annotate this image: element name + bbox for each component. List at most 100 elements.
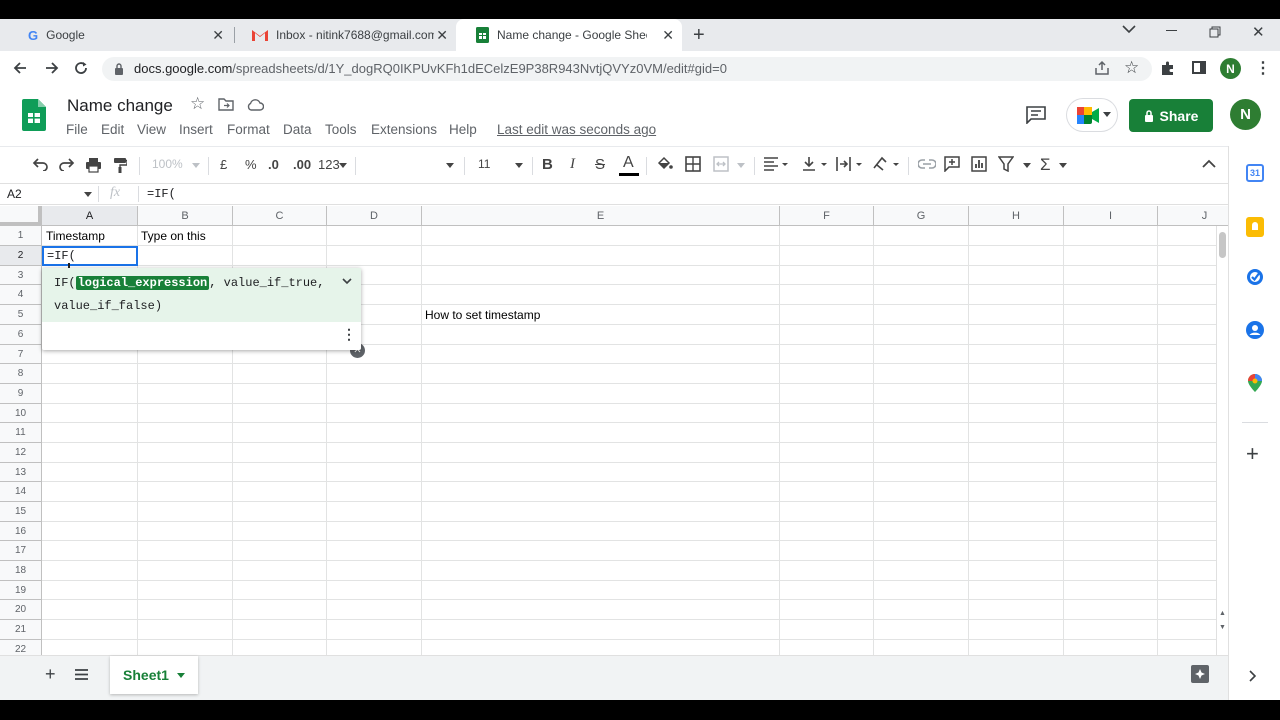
extensions-icon[interactable]: [1160, 60, 1176, 76]
fill-color-icon[interactable]: [656, 156, 673, 172]
share-page-icon[interactable]: [1094, 60, 1110, 76]
browser-tab-gmail[interactable]: Inbox - nitink7688@gmail.com - ✕: [232, 19, 456, 51]
scroll-down-icon[interactable]: ▼: [1219, 624, 1226, 631]
explore-icon[interactable]: [1191, 665, 1209, 683]
browser-tab-google[interactable]: G Google ✕: [8, 19, 232, 51]
undo-icon[interactable]: [32, 157, 48, 171]
borders-icon[interactable]: [685, 156, 701, 172]
name-box[interactable]: A2: [7, 187, 22, 201]
row-header[interactable]: 10: [0, 404, 42, 423]
column-header-i[interactable]: I: [1064, 206, 1158, 226]
redo-icon[interactable]: [59, 157, 75, 171]
add-sheet-button[interactable]: +: [45, 664, 56, 685]
vertical-scroll-thumb[interactable]: [1219, 232, 1226, 258]
restore-icon[interactable]: [1209, 26, 1221, 38]
text-color-button[interactable]: A: [619, 154, 639, 178]
close-tab-icon[interactable]: ✕: [212, 27, 224, 43]
insert-link-icon[interactable]: [918, 158, 936, 170]
column-header-a[interactable]: A: [42, 206, 138, 226]
collapse-toolbar-icon[interactable]: [1202, 159, 1216, 168]
insert-comment-icon[interactable]: [944, 156, 960, 172]
more-options-icon[interactable]: ⋮: [342, 326, 356, 343]
window-close-icon[interactable]: ✕: [1252, 23, 1265, 41]
browser-profile-avatar[interactable]: N: [1220, 58, 1241, 79]
close-tab-icon[interactable]: ✕: [436, 27, 448, 43]
menu-edit[interactable]: Edit: [101, 122, 124, 137]
row-header[interactable]: 12: [0, 443, 42, 463]
row-header[interactable]: 4: [0, 285, 42, 305]
new-tab-button[interactable]: +: [693, 24, 705, 47]
row-header[interactable]: 5: [0, 305, 42, 325]
column-header-g[interactable]: G: [874, 206, 969, 226]
row-header[interactable]: 19: [0, 581, 42, 600]
row-header[interactable]: 14: [0, 482, 42, 502]
row-header[interactable]: 17: [0, 541, 42, 561]
comment-history-icon[interactable]: [1026, 106, 1046, 124]
reload-icon[interactable]: [73, 60, 89, 76]
menu-extensions[interactable]: Extensions: [371, 122, 437, 137]
formula-input[interactable]: =IF(: [147, 187, 176, 201]
horizontal-align-icon[interactable]: [764, 157, 788, 171]
row-header[interactable]: 8: [0, 364, 42, 384]
insert-chart-icon[interactable]: [971, 156, 987, 172]
print-icon[interactable]: [85, 157, 102, 173]
cell-e5[interactable]: How to set timestamp: [421, 306, 540, 325]
document-title[interactable]: Name change: [67, 96, 173, 116]
menu-format[interactable]: Format: [227, 122, 270, 137]
url-field[interactable]: docs.google.com/spreadsheets/d/1Y_dogRQ0…: [102, 57, 1152, 81]
decrease-decimal-button[interactable]: .0: [268, 157, 279, 172]
row-header[interactable]: 7: [0, 345, 42, 364]
side-panel-icon[interactable]: [1192, 61, 1206, 74]
maps-icon[interactable]: [1248, 374, 1262, 392]
browser-menu-icon[interactable]: ⋮: [1255, 58, 1271, 78]
row-header[interactable]: 2: [0, 246, 42, 266]
back-icon[interactable]: [12, 60, 28, 76]
text-wrapping-icon[interactable]: [836, 156, 864, 172]
keep-icon[interactable]: [1246, 217, 1264, 237]
row-header[interactable]: 15: [0, 502, 42, 522]
meet-button[interactable]: [1067, 99, 1117, 131]
bookmark-star-icon[interactable]: ☆: [1124, 58, 1139, 78]
cell-b1[interactable]: Type on this: [137, 227, 206, 246]
column-header-b[interactable]: B: [138, 206, 233, 226]
sheet-tab-sheet1[interactable]: Sheet1: [110, 656, 198, 694]
sheets-logo-icon[interactable]: [22, 99, 46, 131]
account-avatar[interactable]: N: [1230, 99, 1261, 130]
all-sheets-icon[interactable]: [75, 669, 88, 680]
menu-data[interactable]: Data: [283, 122, 312, 137]
scroll-up-icon[interactable]: ▲: [1219, 610, 1226, 617]
row-header[interactable]: 3: [0, 266, 42, 285]
lock-icon[interactable]: [114, 63, 124, 75]
column-header-h[interactable]: H: [969, 206, 1064, 226]
zoom-select[interactable]: 100%: [152, 157, 183, 171]
row-header[interactable]: 6: [0, 325, 42, 345]
minimize-icon[interactable]: [1166, 30, 1177, 31]
font-family-select[interactable]: [360, 155, 456, 175]
text-rotation-icon[interactable]: [872, 156, 902, 172]
expand-help-icon[interactable]: [342, 278, 352, 285]
percent-format-button[interactable]: %: [245, 157, 257, 172]
increase-decimal-button[interactable]: .00: [293, 157, 311, 172]
select-all-corner[interactable]: [0, 206, 42, 226]
column-header-f[interactable]: F: [780, 206, 874, 226]
share-button[interactable]: Share: [1129, 99, 1213, 132]
functions-icon[interactable]: Σ: [1040, 155, 1051, 175]
menu-file[interactable]: File: [66, 122, 88, 137]
cell-a1[interactable]: Timestamp: [42, 227, 105, 246]
menu-tools[interactable]: Tools: [325, 122, 357, 137]
active-cell-editor[interactable]: =IF(: [42, 246, 138, 266]
menu-view[interactable]: View: [137, 122, 166, 137]
row-header[interactable]: 1: [0, 226, 42, 246]
bold-button[interactable]: B: [542, 156, 553, 173]
row-header[interactable]: 20: [0, 600, 42, 620]
forward-icon[interactable]: [44, 60, 60, 76]
column-header-j[interactable]: J: [1158, 206, 1228, 226]
last-edit-link[interactable]: Last edit was seconds ago: [497, 122, 656, 137]
menu-insert[interactable]: Insert: [179, 122, 213, 137]
expand-side-panel-icon[interactable]: [1249, 670, 1257, 682]
tab-search-icon[interactable]: [1122, 24, 1136, 34]
calendar-icon[interactable]: 31: [1246, 164, 1264, 182]
menu-help[interactable]: Help: [449, 122, 477, 137]
row-header[interactable]: 18: [0, 561, 42, 581]
move-folder-icon[interactable]: [218, 98, 234, 111]
